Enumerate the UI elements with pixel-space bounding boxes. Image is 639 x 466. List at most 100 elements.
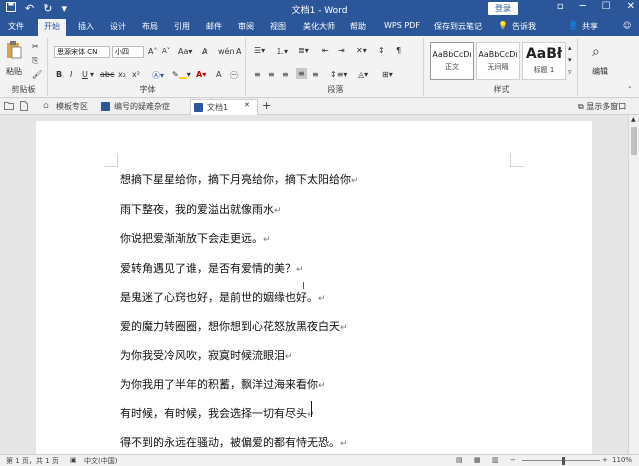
find-icon[interactable]: ⌕ [592, 44, 600, 60]
vertical-scrollbar[interactable]: ▲ [628, 115, 639, 454]
shading-icon[interactable]: ◬▾ [358, 70, 368, 79]
tab-cloud-notes[interactable]: 保存到云笔记 [434, 21, 482, 32]
line-spacing-icon[interactable]: ↕≡▾ [330, 70, 347, 79]
scroll-thumb[interactable] [631, 127, 637, 155]
minimize-icon[interactable]: ─ [580, 1, 586, 12]
document-page[interactable]: 想摘下星星给你，摘下月亮给你，摘下太阳给你↵ 雨下整夜，我的爱溢出就像雨水↵ 你… [36, 121, 592, 454]
zoom-level[interactable]: 110% [612, 456, 632, 464]
print-layout-icon[interactable]: ▦ [474, 456, 481, 464]
tab-view[interactable]: 视图 [270, 21, 286, 32]
doc-tab-templates[interactable]: ⌂ 模板专区 [40, 99, 96, 115]
justify-icon[interactable]: ≡ [296, 68, 307, 79]
tab-layout[interactable]: 布局 [142, 21, 158, 32]
show-marks-icon[interactable]: ¶ [396, 46, 401, 55]
tab-file[interactable]: 文件 [8, 21, 24, 32]
numbering-icon[interactable]: ⒈▾ [276, 46, 288, 57]
paragraph-line-1[interactable]: 想摘下星星给你，摘下月亮给你，摘下太阳给你↵ [120, 171, 359, 187]
align-left-icon[interactable]: ≡ [254, 70, 261, 79]
multilevel-list-icon[interactable]: ≣▾ [298, 46, 309, 55]
align-right-icon[interactable]: ≡ [282, 70, 289, 79]
tab-mailings[interactable]: 邮件 [206, 21, 222, 32]
distributed-icon[interactable]: ≡ [312, 70, 319, 79]
page-count[interactable]: 第 1 页，共 1 页 [6, 456, 59, 466]
cut-icon[interactable]: ✂ [32, 42, 39, 51]
superscript-icon[interactable]: x² [132, 70, 140, 79]
paragraph-line-10[interactable]: 得不到的永远在骚动，被偏爱的都有恃无恐。↵ [120, 434, 348, 450]
copy-icon[interactable]: ⎘ [32, 56, 38, 66]
open-folder-icon[interactable] [4, 101, 14, 112]
font-name-select[interactable]: 思源宋体 CN [54, 46, 110, 58]
zoom-in-button[interactable]: + [602, 456, 608, 464]
doc-tab-numbering[interactable]: 编号的疑难杂症 [98, 99, 188, 115]
close-icon[interactable]: ✕ [627, 1, 635, 12]
format-painter-icon[interactable]: 🖌 [32, 70, 42, 79]
tab-review[interactable]: 审阅 [238, 21, 254, 32]
change-case-button[interactable]: Aa▾ [178, 47, 192, 56]
editing-button[interactable]: 编辑 [592, 66, 608, 77]
borders-icon[interactable]: ⊞▾ [382, 70, 393, 79]
tab-home[interactable]: 开始 [38, 19, 66, 36]
highlight-icon[interactable]: ✎ ▾ [172, 70, 191, 79]
shrink-font-button[interactable]: A˅ [162, 47, 170, 55]
strikethrough-icon[interactable]: abc [100, 70, 114, 79]
close-tab-icon[interactable]: ✕ [244, 101, 250, 109]
tab-beautify[interactable]: 美化大师 [303, 21, 335, 32]
web-layout-icon[interactable]: ▥ [492, 456, 499, 464]
ribbon-display-icon[interactable]: ▫ [557, 1, 564, 12]
phonetic-guide-icon[interactable]: wén [218, 47, 235, 56]
character-border-icon[interactable]: A [236, 47, 241, 56]
maximize-icon[interactable]: ☐ [602, 1, 611, 12]
chinese-layout-icon[interactable]: ✕▾ [356, 46, 367, 55]
font-color-icon[interactable]: A▾ [196, 70, 206, 79]
decrease-indent-icon[interactable]: ⇤ [322, 46, 329, 55]
paragraph-line-4[interactable]: 爱转角遇见了谁，是否有爱情的美？↵ [120, 260, 304, 276]
show-windows-button[interactable]: ⧉ 显示多窗口 [578, 101, 626, 112]
bold-icon[interactable]: B [56, 70, 62, 79]
paragraph-line-9[interactable]: 有时候，有时候，我会选择一切有尽头↵ [120, 405, 315, 421]
style-no-spacing[interactable]: AaBbCcDı 无间隔 [476, 42, 520, 80]
underline-dropdown-icon[interactable]: ▾ [90, 70, 94, 79]
enclose-characters-icon[interactable]: ㊀ [230, 70, 238, 81]
new-doc-icon[interactable] [20, 101, 28, 113]
align-center-icon[interactable]: ≡ [268, 70, 275, 79]
language-status[interactable]: 中文(中国) [84, 456, 117, 466]
subscript-icon[interactable]: x₂ [118, 70, 126, 79]
paragraph-line-2[interactable]: 雨下整夜，我的爱溢出就像雨水↵ [120, 201, 282, 217]
character-shading-icon[interactable]: A [216, 70, 221, 79]
zoom-out-button[interactable]: − [510, 456, 516, 464]
tab-references[interactable]: 引用 [174, 21, 190, 32]
collapse-ribbon-icon[interactable]: ˄ [628, 86, 632, 94]
paragraph-line-8[interactable]: 为你我用了半年的积蓄，飘洋过海来看你↵ [120, 376, 326, 392]
zoom-slider-thumb[interactable] [562, 457, 565, 465]
paragraph-line-7[interactable]: 为你我受冷风吹，寂寞时候流眼泪↵ [120, 347, 293, 363]
login-button[interactable]: 登录 [488, 2, 518, 15]
bullets-icon[interactable]: ☰▾ [254, 46, 265, 55]
paragraph-line-5[interactable]: 是鬼迷了心窍也好，是前世的姻缘也好。↵ [120, 289, 326, 305]
tab-wps-pdf[interactable]: WPS PDF [384, 21, 420, 30]
feedback-icon[interactable]: ☺ [623, 21, 631, 30]
tell-me-search[interactable]: 告诉我 [512, 21, 536, 32]
text-effects-icon[interactable]: Ⓐ▾ [152, 70, 164, 81]
styles-scroll[interactable]: ▴ ▾ ▿ [568, 42, 572, 78]
increase-indent-icon[interactable]: ⇥ [338, 46, 345, 55]
new-tab-button[interactable]: + [262, 99, 271, 112]
italic-icon[interactable]: I [70, 70, 72, 79]
proofing-icon[interactable]: ▣ [70, 456, 77, 464]
style-normal[interactable]: AaBbCcDı 正文 [430, 42, 474, 80]
tab-help[interactable]: 帮助 [350, 21, 366, 32]
scroll-up-icon[interactable]: ▲ [631, 116, 636, 123]
grow-font-button[interactable]: A˄ [148, 47, 157, 56]
tab-insert[interactable]: 插入 [78, 21, 94, 32]
read-mode-icon[interactable]: ▤ [456, 456, 463, 464]
font-size-select[interactable]: 小四 [112, 46, 144, 58]
paragraph-line-6[interactable]: 爱的魔力转圈圈，想你想到心花怒放黑夜白天↵ [120, 318, 348, 334]
paste-icon[interactable] [6, 40, 22, 62]
zoom-slider[interactable] [522, 460, 600, 461]
share-button[interactable]: 共享 [582, 21, 598, 32]
underline-icon[interactable]: U [82, 70, 88, 79]
paste-button[interactable]: 粘贴 [6, 66, 22, 77]
sort-icon[interactable]: ↕ [378, 46, 385, 55]
paragraph-line-3[interactable]: 你说把爱渐渐放下会走更远。↵ [120, 230, 271, 246]
clear-formatting-icon[interactable]: A̷ [202, 47, 207, 56]
style-heading-1[interactable]: AaBł 标题 1 [522, 42, 566, 80]
